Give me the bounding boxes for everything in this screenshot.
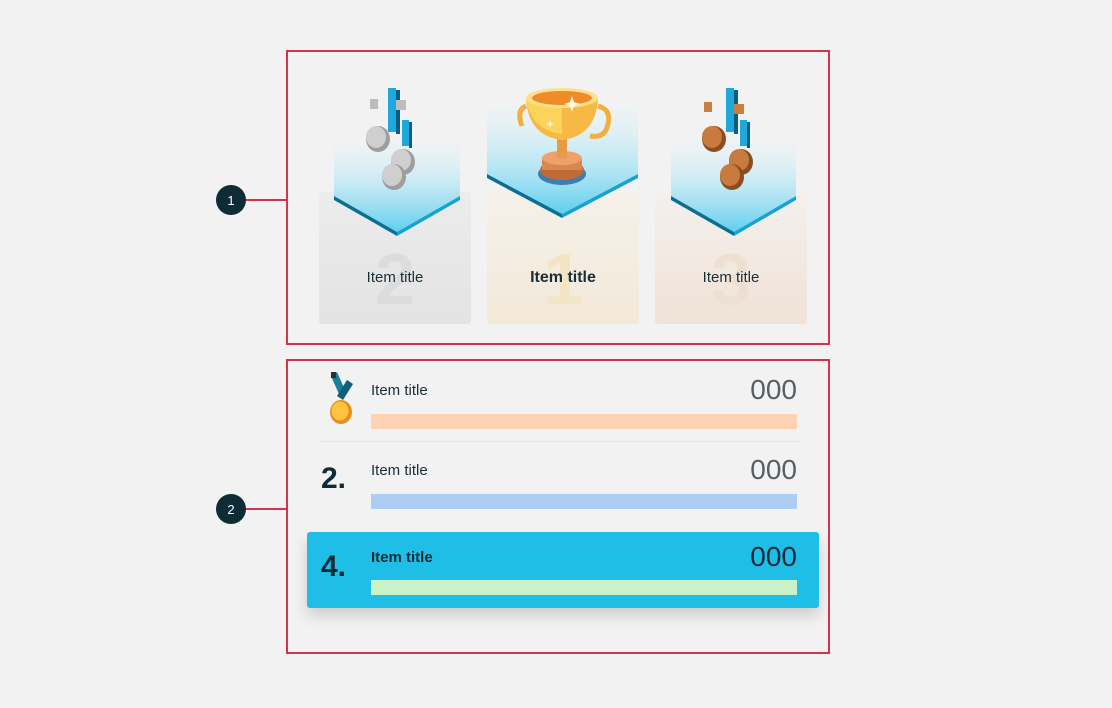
rank-label: 2. — [321, 462, 347, 495]
score-bar — [371, 414, 797, 429]
callout-1-line — [245, 199, 287, 201]
silver-coins-trophy-icon — [334, 88, 460, 236]
podium-item-title: Item title — [366, 269, 424, 286]
leaderboard-row-second[interactable]: 2. Item title 000 — [307, 442, 819, 518]
score-value: 000 — [750, 374, 797, 405]
score-value: 000 — [750, 454, 797, 485]
leaderboard-row-current-user[interactable]: 4. Item title 000 — [307, 532, 819, 608]
podium-item-title: Item title — [702, 269, 760, 286]
callout-2-badge: 2 — [216, 494, 246, 524]
item-title: Item title — [371, 549, 433, 566]
bronze-coins-trophy-icon — [671, 88, 796, 236]
rank-label: 4. — [321, 550, 347, 583]
gold-trophy-cup-icon — [487, 88, 638, 218]
podium-item-title: Item title — [530, 269, 596, 286]
callout-1-badge: 1 — [216, 185, 246, 215]
gold-medal-icon — [330, 372, 353, 424]
item-title: Item title — [371, 462, 428, 479]
item-title: Item title — [371, 382, 428, 399]
score-bar — [371, 580, 797, 595]
leaderboard-row-first[interactable]: Item title 000 — [307, 362, 819, 438]
score-value: 000 — [750, 541, 797, 572]
callout-2-line — [245, 508, 287, 510]
score-bar — [371, 494, 797, 509]
